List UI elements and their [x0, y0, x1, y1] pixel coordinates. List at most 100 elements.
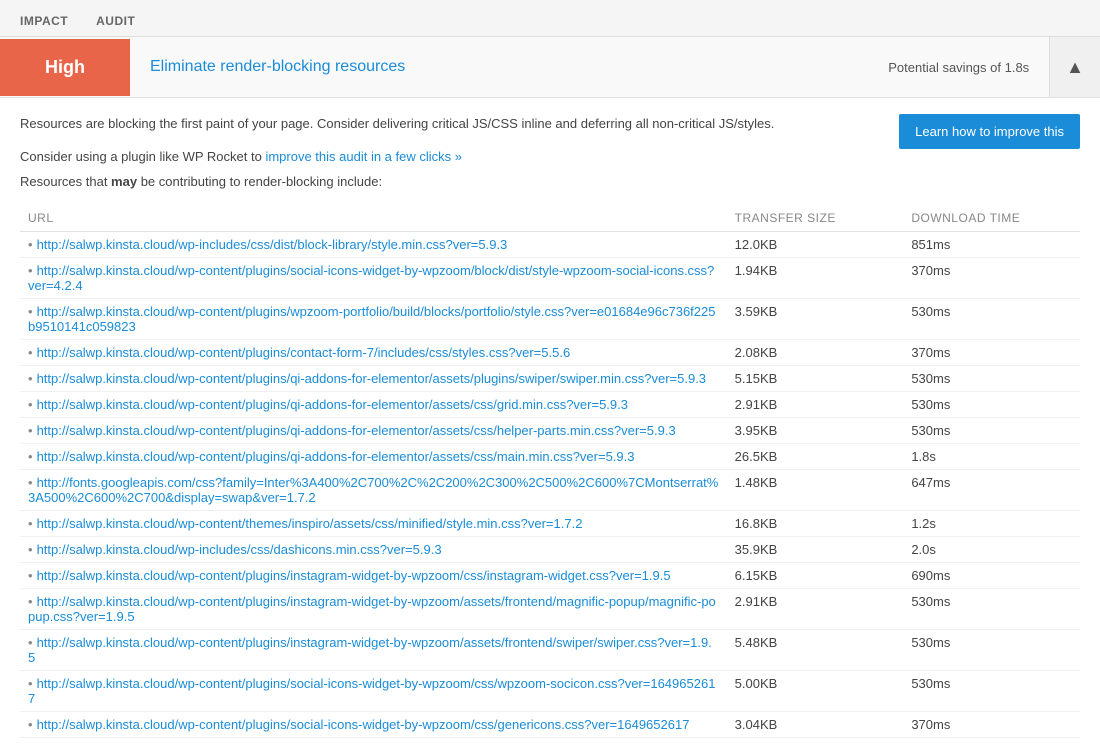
- time-cell: 530ms: [903, 418, 1080, 444]
- bullet-icon: •: [28, 475, 37, 490]
- url-cell: •http://salwp.kinsta.cloud/wp-content/pl…: [20, 340, 727, 366]
- table-row: •http://salwp.kinsta.cloud/wp-content/pl…: [20, 712, 1080, 738]
- url-link[interactable]: http://salwp.kinsta.cloud/wp-includes/cs…: [37, 542, 442, 557]
- size-cell: 35.9KB: [727, 537, 904, 563]
- bullet-icon: •: [28, 542, 37, 557]
- url-cell: •http://salwp.kinsta.cloud/wp-content/th…: [20, 511, 727, 537]
- learn-button[interactable]: Learn how to improve this: [899, 114, 1080, 149]
- url-cell: •http://salwp.kinsta.cloud/wp-content/pl…: [20, 418, 727, 444]
- size-cell: 6.15KB: [727, 563, 904, 589]
- url-link[interactable]: http://salwp.kinsta.cloud/wp-content/plu…: [28, 594, 716, 624]
- table-row: •http://salwp.kinsta.cloud/wp-content/th…: [20, 511, 1080, 537]
- description-line1: Resources are blocking the first paint o…: [20, 114, 840, 134]
- high-badge: High: [0, 39, 130, 96]
- bullet-icon: •: [28, 345, 37, 360]
- size-cell: 5.00KB: [727, 671, 904, 712]
- url-cell: •http://salwp.kinsta.cloud/wp-content/pl…: [20, 366, 727, 392]
- size-cell: 5.15KB: [727, 366, 904, 392]
- time-cell: 370ms: [903, 340, 1080, 366]
- resource-note: Resources that may be contributing to re…: [20, 174, 1080, 189]
- table-row: •http://salwp.kinsta.cloud/wp-content/pl…: [20, 671, 1080, 712]
- time-cell: 647ms: [903, 470, 1080, 511]
- url-link[interactable]: http://fonts.googleapis.com/css?family=I…: [28, 475, 718, 505]
- table-row: •http://salwp.kinsta.cloud/wp-content/pl…: [20, 366, 1080, 392]
- bullet-icon: •: [28, 568, 37, 583]
- time-cell: 530ms: [903, 589, 1080, 630]
- size-cell: 3.95KB: [727, 418, 904, 444]
- url-cell: •http://salwp.kinsta.cloud/wp-content/pl…: [20, 444, 727, 470]
- time-cell: 1.2s: [903, 511, 1080, 537]
- table-row: •http://salwp.kinsta.cloud/wp-content/pl…: [20, 563, 1080, 589]
- url-cell: •http://salwp.kinsta.cloud/wp-content/pl…: [20, 563, 727, 589]
- url-link[interactable]: http://salwp.kinsta.cloud/wp-content/plu…: [37, 449, 635, 464]
- size-cell: 1.48KB: [727, 470, 904, 511]
- url-link[interactable]: http://salwp.kinsta.cloud/wp-content/plu…: [37, 345, 571, 360]
- table-row: •http://salwp.kinsta.cloud/wp-content/pl…: [20, 630, 1080, 671]
- bullet-icon: •: [28, 516, 37, 531]
- size-cell: 26.5KB: [727, 444, 904, 470]
- table-row: •http://salwp.kinsta.cloud/wp-content/pl…: [20, 589, 1080, 630]
- time-cell: 530ms: [903, 299, 1080, 340]
- url-link[interactable]: http://salwp.kinsta.cloud/wp-content/plu…: [28, 263, 714, 293]
- size-cell: 12.0KB: [727, 232, 904, 258]
- url-cell: •http://salwp.kinsta.cloud/wp-content/pl…: [20, 630, 727, 671]
- url-cell: •http://salwp.kinsta.cloud/wp-content/pl…: [20, 712, 727, 738]
- size-cell: 2.91KB: [727, 589, 904, 630]
- tab-audit[interactable]: AUDIT: [92, 8, 139, 36]
- time-cell: 2.0s: [903, 537, 1080, 563]
- url-cell: •http://salwp.kinsta.cloud/wp-content/pl…: [20, 258, 727, 299]
- description-text: Resources are blocking the first paint o…: [20, 114, 840, 144]
- content-area: Resources are blocking the first paint o…: [0, 98, 1100, 754]
- url-link[interactable]: http://salwp.kinsta.cloud/wp-content/the…: [37, 516, 583, 531]
- time-cell: 530ms: [903, 671, 1080, 712]
- transfer-size-header: TRANSFER SIZE: [727, 205, 904, 232]
- time-cell: 851ms: [903, 232, 1080, 258]
- table-row: •http://salwp.kinsta.cloud/wp-content/pl…: [20, 392, 1080, 418]
- bullet-icon: •: [28, 594, 37, 609]
- audit-header: High Eliminate render-blocking resources…: [0, 37, 1100, 98]
- size-cell: 2.91KB: [727, 392, 904, 418]
- bullet-icon: •: [28, 397, 37, 412]
- plugin-link[interactable]: improve this audit in a few clicks »: [265, 149, 462, 164]
- url-link[interactable]: http://salwp.kinsta.cloud/wp-content/plu…: [28, 304, 715, 334]
- url-link[interactable]: http://salwp.kinsta.cloud/wp-includes/cs…: [37, 237, 508, 252]
- size-cell: 2.08KB: [727, 340, 904, 366]
- tab-impact[interactable]: IMPACT: [16, 8, 72, 36]
- url-cell: •http://salwp.kinsta.cloud/wp-content/pl…: [20, 392, 727, 418]
- url-cell: •http://salwp.kinsta.cloud/wp-includes/c…: [20, 537, 727, 563]
- table-row: •http://salwp.kinsta.cloud/wp-content/pl…: [20, 418, 1080, 444]
- url-link[interactable]: http://salwp.kinsta.cloud/wp-content/plu…: [37, 717, 690, 732]
- bullet-icon: •: [28, 304, 37, 319]
- table-row: •http://salwp.kinsta.cloud/wp-includes/c…: [20, 537, 1080, 563]
- collapse-button[interactable]: ▲: [1049, 37, 1100, 97]
- size-cell: 3.04KB: [727, 712, 904, 738]
- bullet-icon: •: [28, 676, 37, 691]
- bullet-icon: •: [28, 423, 37, 438]
- url-header: URL: [20, 205, 727, 232]
- table-row: •http://salwp.kinsta.cloud/wp-includes/c…: [20, 232, 1080, 258]
- size-cell: 16.8KB: [727, 511, 904, 537]
- resource-table: URL TRANSFER SIZE DOWNLOAD TIME •http://…: [20, 205, 1080, 738]
- time-cell: 1.8s: [903, 444, 1080, 470]
- bullet-icon: •: [28, 449, 37, 464]
- url-cell: •http://salwp.kinsta.cloud/wp-content/pl…: [20, 589, 727, 630]
- table-row: •http://salwp.kinsta.cloud/wp-content/pl…: [20, 299, 1080, 340]
- url-link[interactable]: http://salwp.kinsta.cloud/wp-content/plu…: [28, 635, 712, 665]
- description-row: Resources are blocking the first paint o…: [20, 114, 1080, 149]
- time-cell: 370ms: [903, 258, 1080, 299]
- table-row: •http://fonts.googleapis.com/css?family=…: [20, 470, 1080, 511]
- size-cell: 3.59KB: [727, 299, 904, 340]
- url-link[interactable]: http://salwp.kinsta.cloud/wp-content/plu…: [37, 397, 628, 412]
- url-link[interactable]: http://salwp.kinsta.cloud/wp-content/plu…: [37, 423, 676, 438]
- download-time-header: DOWNLOAD TIME: [903, 205, 1080, 232]
- time-cell: 530ms: [903, 366, 1080, 392]
- tabs-bar: IMPACT AUDIT: [0, 0, 1100, 37]
- size-cell: 5.48KB: [727, 630, 904, 671]
- url-cell: •http://salwp.kinsta.cloud/wp-content/pl…: [20, 299, 727, 340]
- url-link[interactable]: http://salwp.kinsta.cloud/wp-content/plu…: [37, 371, 706, 386]
- bullet-icon: •: [28, 371, 37, 386]
- url-link[interactable]: http://salwp.kinsta.cloud/wp-content/plu…: [37, 568, 671, 583]
- url-link[interactable]: http://salwp.kinsta.cloud/wp-content/plu…: [28, 676, 715, 706]
- size-cell: 1.94KB: [727, 258, 904, 299]
- table-row: •http://salwp.kinsta.cloud/wp-content/pl…: [20, 258, 1080, 299]
